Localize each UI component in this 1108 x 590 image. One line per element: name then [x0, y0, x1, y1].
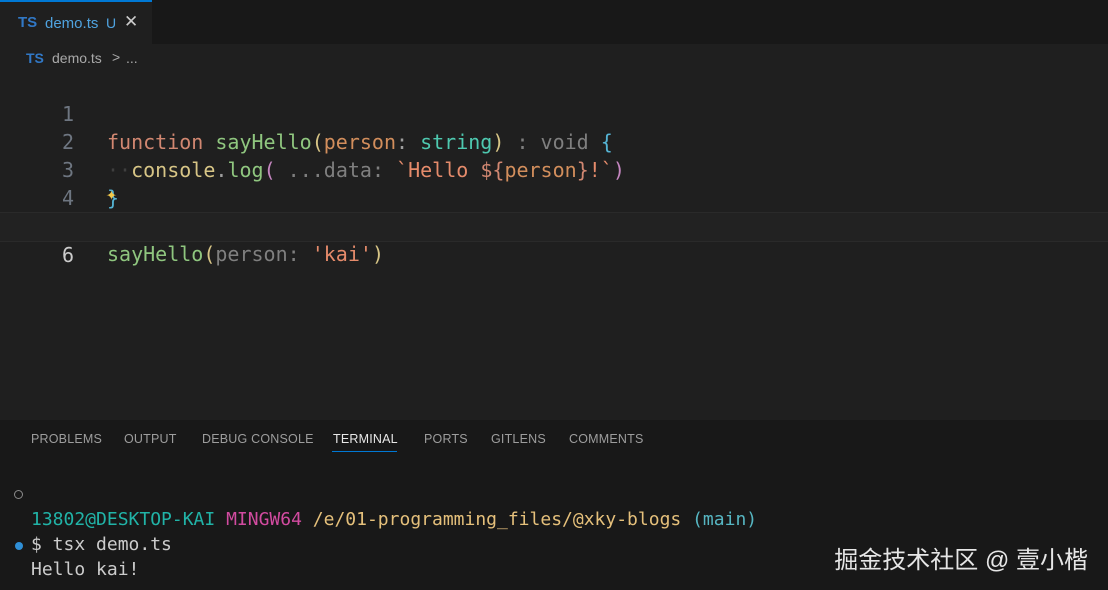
tab-terminal[interactable]: TERMINAL [333, 432, 398, 446]
typescript-icon: TS [18, 14, 38, 31]
breadcrumb-symbols[interactable]: ... [126, 50, 138, 66]
command-success-icon[interactable] [15, 542, 23, 550]
code-line: 5 sayHello(person: 'kai') [0, 184, 1108, 266]
code-line: 3 } [0, 128, 1108, 210]
prompt-env: MINGW64 [226, 509, 302, 530]
line-number: 6 [61, 243, 74, 267]
code-line: 1 function sayHello(person: string) : vo… [0, 72, 1108, 154]
inlay-hint: person: [215, 242, 300, 266]
tab-output[interactable]: OUTPUT [124, 432, 177, 446]
prompt-user: 13802@DESKTOP-KAI [31, 509, 216, 530]
lightbulb-icon[interactable]: ✦ [106, 184, 117, 205]
chevron-right-icon: > [112, 49, 121, 65]
breadcrumb-file[interactable]: demo.ts [52, 50, 102, 66]
tab-comments[interactable]: COMMENTS [569, 432, 644, 446]
terminal-output: Hello kai! [31, 559, 140, 580]
terminal-prompt: 13802@DESKTOP-KAI MINGW64 /e/01-programm… [31, 509, 757, 530]
code-line: 2 ··console.log( ...data: `Hello ${perso… [0, 100, 1108, 182]
terminal-command: $ tsx demo.ts [31, 534, 172, 555]
typescript-icon: TS [26, 50, 44, 66]
untracked-badge: U [106, 15, 117, 31]
tab-debug-console[interactable]: DEBUG CONSOLE [202, 432, 314, 446]
code-line-current: 6 [0, 212, 1108, 267]
token: ) [371, 242, 384, 266]
watermark: 掘金技术社区 @ 壹小楷 [834, 547, 1088, 574]
token: 'kai' [311, 242, 372, 266]
token: sayHello [107, 242, 204, 266]
close-icon[interactable]: ✕ [124, 12, 138, 32]
breadcrumb: TS demo.ts > ... [0, 44, 1108, 72]
tab-filename: demo.ts [45, 15, 99, 32]
command-decoration-icon [14, 490, 23, 499]
panel-tab-bar: PROBLEMS OUTPUT DEBUG CONSOLE TERMINAL P… [0, 420, 1108, 460]
token: ( [203, 242, 216, 266]
prompt-branch: (main) [692, 509, 758, 530]
tab-problems[interactable]: PROBLEMS [31, 432, 102, 446]
tab-bar: TS demo.ts U ✕ [0, 0, 1108, 44]
code-editor[interactable]: 1 function sayHello(person: string) : vo… [0, 72, 1108, 420]
tab-demo-ts[interactable]: TS demo.ts U ✕ [0, 0, 152, 44]
tab-ports[interactable]: PORTS [424, 432, 468, 446]
tab-gitlens[interactable]: GITLENS [491, 432, 546, 446]
code-line: 4 [0, 156, 1108, 210]
prompt-path: /e/01-programming_files/@xky-blogs [312, 509, 682, 530]
active-tab-indicator [332, 451, 397, 452]
